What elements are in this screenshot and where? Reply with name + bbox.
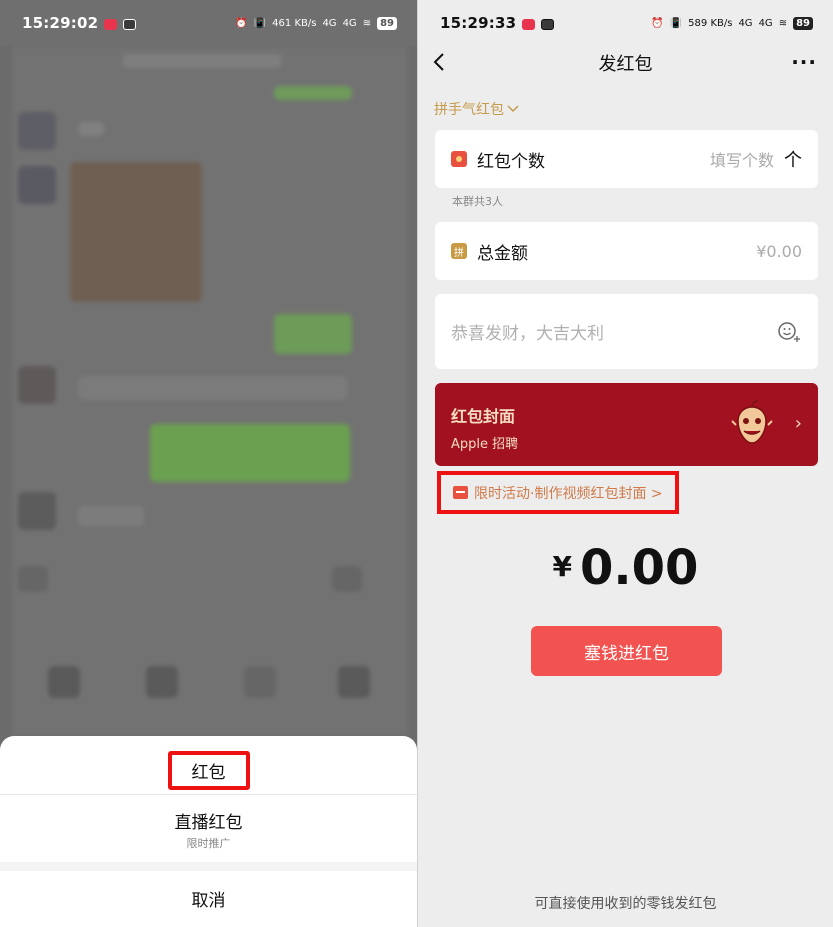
packet-count-label: 红包个数 xyxy=(477,151,545,172)
promo-icon xyxy=(453,486,468,499)
app-notification-icon xyxy=(104,18,118,30)
battery-icon: 89 xyxy=(793,16,813,30)
packet-count-unit: 个 xyxy=(784,150,802,171)
signal-4g-icon: 4G xyxy=(322,17,337,29)
option-red-packet-label: 红包 xyxy=(167,750,250,790)
option-red-packet[interactable]: 红包 xyxy=(0,746,417,794)
wifi-icon: ≋ xyxy=(778,17,788,29)
left-screen: 15:29:02 ⏰ 📳 461 KB/s 4G 4G ≋ 89 红包 直播红包… xyxy=(0,0,417,927)
alarm-icon: ⏰ xyxy=(235,17,248,29)
red-packet-icon xyxy=(451,151,467,167)
send-red-packet-button[interactable]: 塞钱进红包 xyxy=(531,626,722,676)
total-amount-label: 总金额 xyxy=(477,243,528,264)
battery-icon: 89 xyxy=(377,16,397,30)
back-arrow-icon[interactable] xyxy=(432,52,446,72)
alarm-icon: ⏰ xyxy=(651,17,664,29)
signal-4g-icon: 4G xyxy=(342,17,357,29)
vibrate-icon: 📳 xyxy=(669,17,683,29)
app-notification-icon xyxy=(541,18,555,30)
blurred-chat-background xyxy=(12,46,408,736)
action-sheet: 红包 直播红包 限时推广 取消 xyxy=(0,736,417,927)
vibrate-icon: 📳 xyxy=(253,17,267,29)
emoji-add-icon[interactable] xyxy=(776,319,802,345)
cancel-button[interactable]: 取消 xyxy=(0,886,417,911)
wish-message-field[interactable]: 恭喜发财，大吉大利 xyxy=(435,294,818,369)
net-speed: 461 KB/s xyxy=(272,17,317,29)
status-bar: 15:29:33 ⏰ 📳 589 KB/s 4G 4G ≋ 89 xyxy=(418,0,833,46)
footer-note: 可直接使用收到的零钱发红包 xyxy=(534,896,717,912)
pin-icon: 拼 xyxy=(451,243,467,259)
chevron-right-icon: › xyxy=(794,413,802,434)
signal-4g-icon: 4G xyxy=(738,17,753,29)
promo-video-cover-link[interactable]: 限时活动·制作视频红包封面 > xyxy=(437,471,679,514)
right-screen: 15:29:33 ⏰ 📳 589 KB/s 4G 4G ≋ 89 发红包 ···… xyxy=(417,0,833,927)
chevron-down-icon xyxy=(507,105,519,113)
amount-display: ¥0.00 xyxy=(418,540,833,596)
status-time: 15:29:33 xyxy=(440,14,517,32)
more-icon[interactable]: ··· xyxy=(791,50,817,74)
divider xyxy=(0,794,417,795)
currency-symbol: ¥ xyxy=(552,550,573,583)
status-icons: ⏰ 📳 461 KB/s 4G 4G ≋ 89 xyxy=(235,16,397,30)
divider xyxy=(0,862,417,871)
packet-type-label: 拼手气红包 xyxy=(434,102,504,118)
app-notification-icon xyxy=(123,18,137,30)
status-icons: ⏰ 📳 589 KB/s 4G 4G ≋ 89 xyxy=(651,16,813,30)
cover-art-icon xyxy=(731,400,773,444)
option-live-label: 直播红包 xyxy=(174,813,243,833)
option-live-red-packet[interactable]: 直播红包 限时推广 xyxy=(0,808,417,851)
option-live-sublabel: 限时推广 xyxy=(186,837,231,850)
wifi-icon: ≋ xyxy=(362,17,372,29)
group-member-hint: 本群共3人 xyxy=(452,195,503,208)
status-time: 15:29:02 xyxy=(22,14,99,32)
nav-bar: 发红包 ··· xyxy=(418,44,833,82)
net-speed: 589 KB/s xyxy=(688,17,733,29)
promo-label: 限时活动·制作视频红包封面 > xyxy=(474,485,663,502)
packet-count-placeholder: 填写个数 xyxy=(709,151,774,170)
total-amount-value: ¥0.00 xyxy=(756,241,802,261)
red-packet-cover-row[interactable]: 红包封面 Apple 招聘 › xyxy=(435,383,818,466)
packet-count-field[interactable]: 红包个数 填写个数 个 xyxy=(435,130,818,188)
app-notification-icon xyxy=(522,18,536,30)
amount-value: 0.00 xyxy=(580,540,699,596)
total-amount-field[interactable]: 拼 总金额 ¥0.00 xyxy=(435,222,818,280)
wish-placeholder: 恭喜发财，大吉大利 xyxy=(451,324,604,344)
page-title: 发红包 xyxy=(598,54,653,75)
packet-type-selector[interactable]: 拼手气红包 xyxy=(434,99,519,119)
status-bar: 15:29:02 ⏰ 📳 461 KB/s 4G 4G ≋ 89 xyxy=(0,0,417,46)
signal-4g-icon: 4G xyxy=(758,17,773,29)
